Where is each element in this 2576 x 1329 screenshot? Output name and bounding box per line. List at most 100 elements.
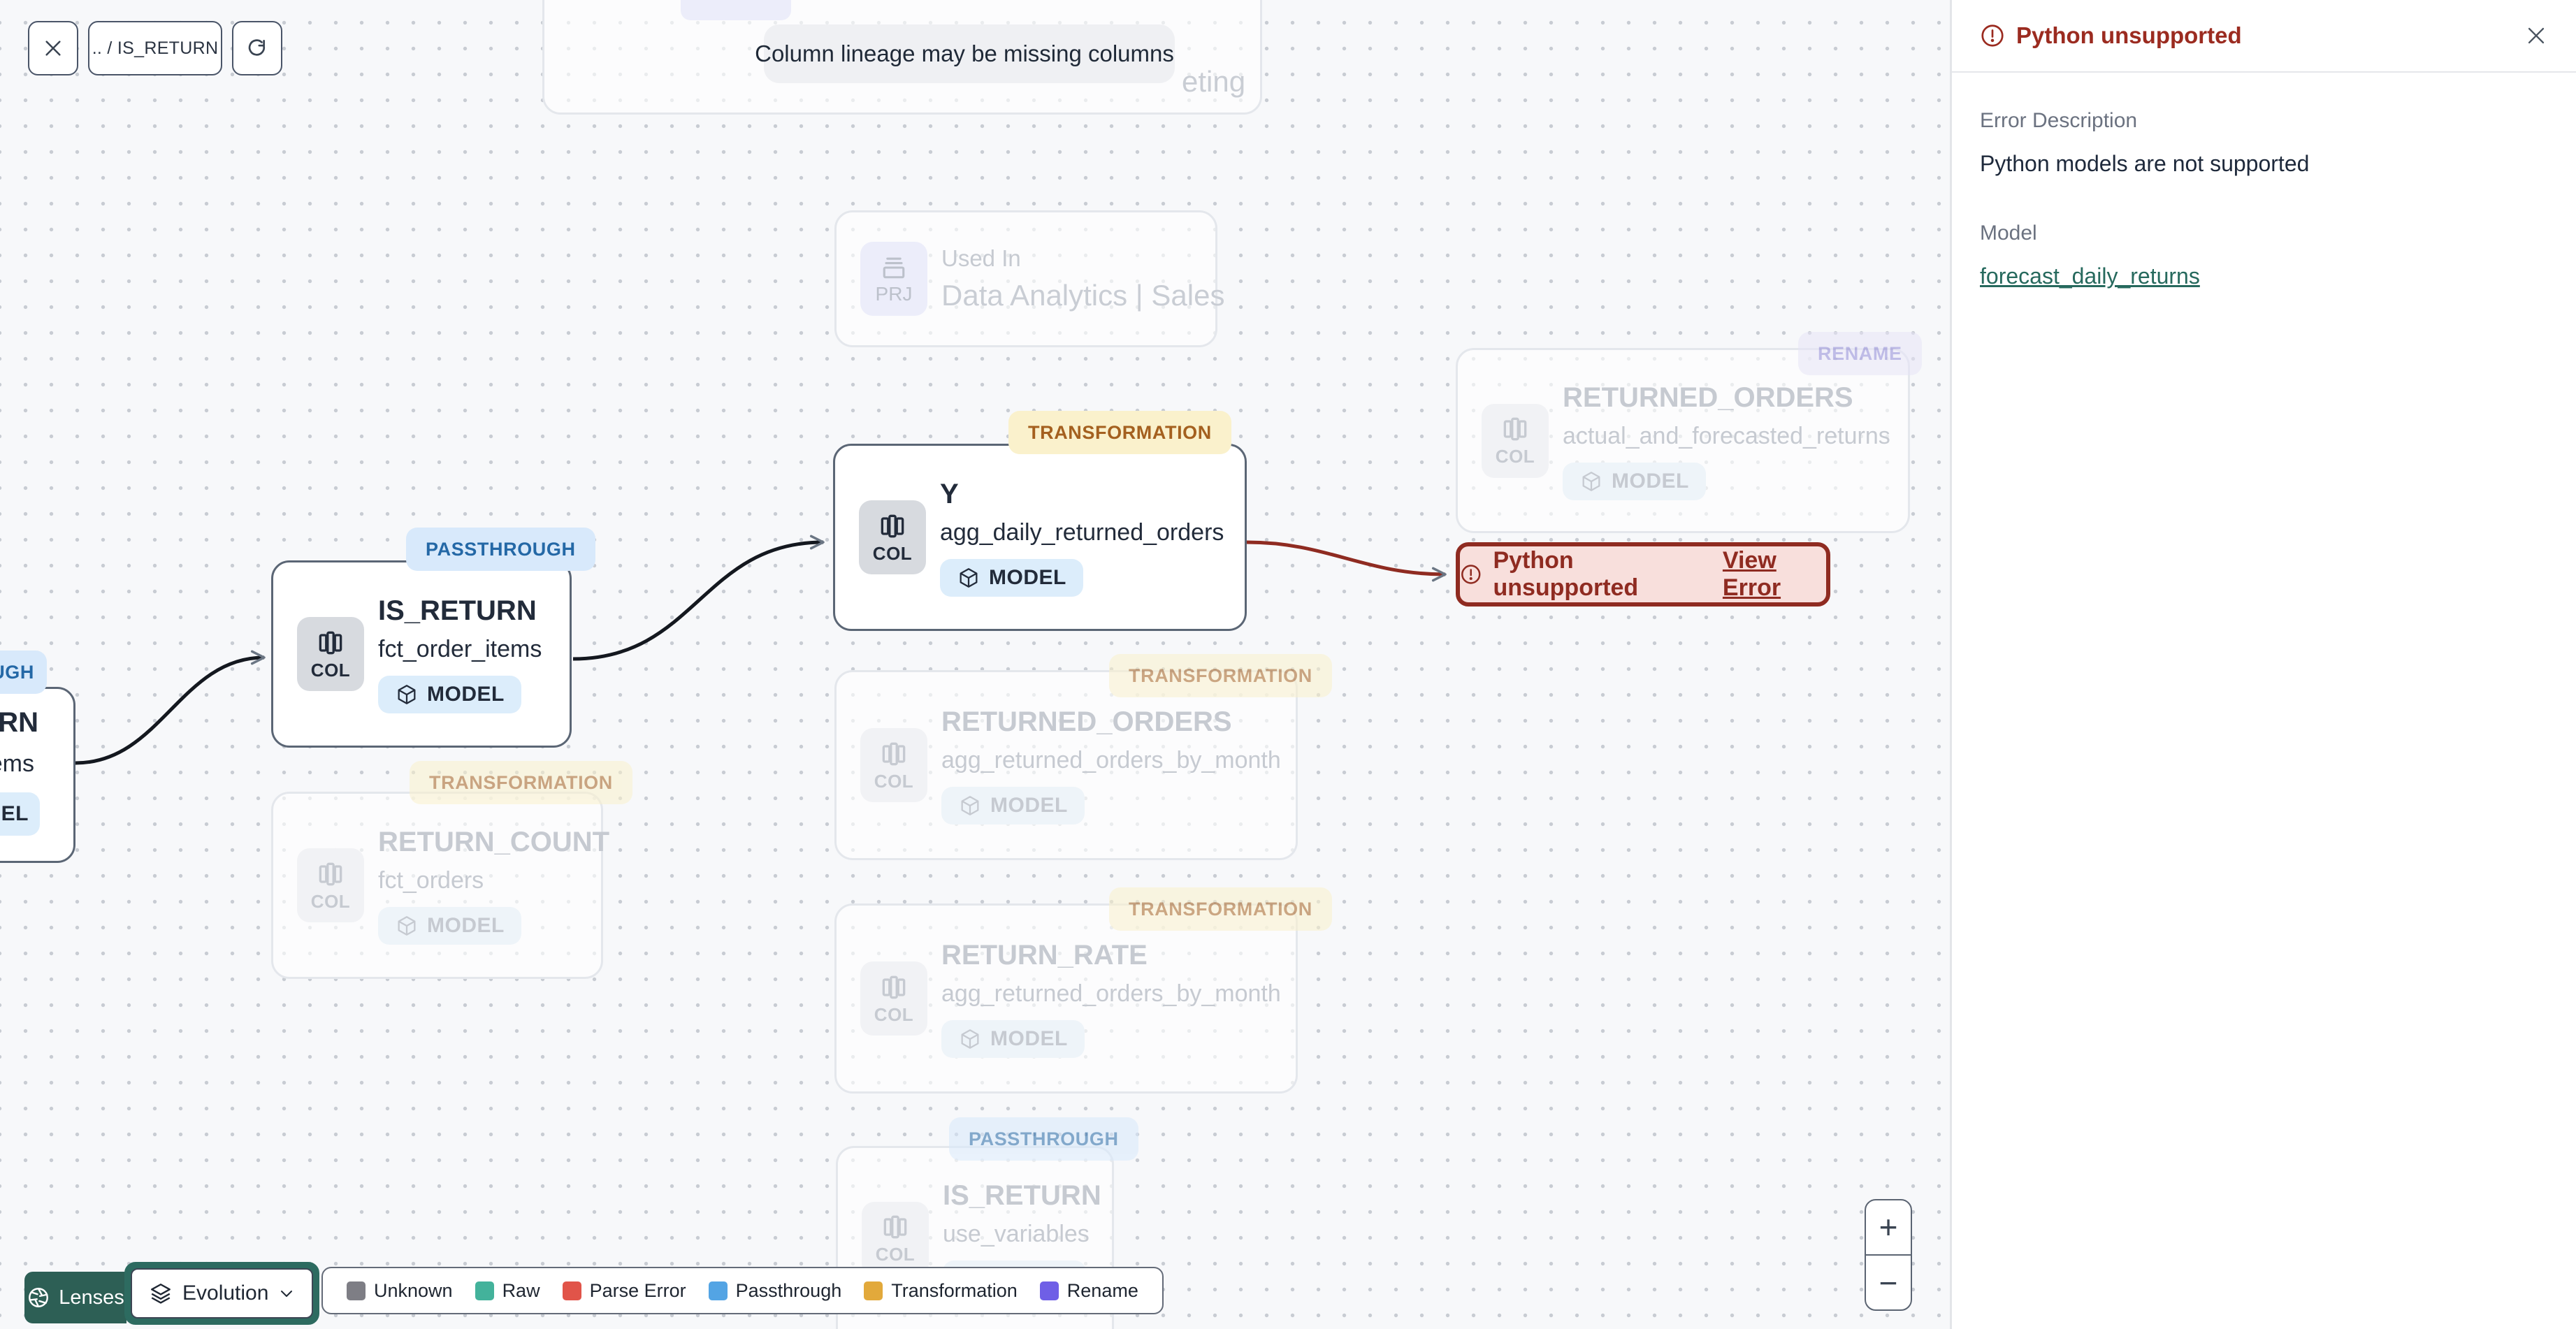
model-chip-label: MODEL — [989, 566, 1066, 589]
breadcrumb-label: .. / IS_RETURN — [92, 38, 219, 58]
lineage-canvas[interactable]: eting PRJ Used In Data Analytics | Sales… — [0, 0, 1950, 1329]
column-chip: COL — [297, 848, 364, 922]
node-subtitle: use_variables — [943, 1220, 1090, 1247]
column-chip-label: COL — [872, 542, 913, 564]
node-title: RETURN_RATE — [941, 940, 1148, 971]
legend-label: Raw — [502, 1279, 540, 1301]
model-chip: MODEL — [378, 676, 521, 713]
legend-swatch-passthrough — [708, 1281, 728, 1300]
node-subtitle: agg_daily_returned_orders — [940, 519, 1224, 546]
column-chip-label: COL — [874, 770, 914, 792]
edge-fct-order-items-to-agg-daily — [572, 535, 825, 661]
lenses-label: Lenses — [59, 1286, 124, 1309]
passthrough-badge: PASSTHROUGH — [406, 528, 595, 571]
refresh-button[interactable] — [232, 21, 282, 75]
error-detail-panel: Python unsupported Error Description Pyt… — [1950, 0, 2576, 1329]
column-chip: COL — [862, 1201, 929, 1276]
columns-icon — [882, 975, 906, 998]
project-stack-icon — [883, 257, 905, 279]
cube-icon — [1582, 471, 1600, 491]
node-subtitle-fragment: ems — [0, 750, 34, 777]
column-chip: COL — [297, 617, 364, 691]
view-error-link[interactable]: View Error — [1723, 547, 1826, 602]
node-used-in-sales[interactable]: PRJ Used In Data Analytics | Sales — [834, 210, 1224, 347]
node-subtitle: agg_returned_orders_by_month — [941, 980, 1281, 1007]
legend-label: Transformation — [891, 1279, 1018, 1301]
panel-title: Python unsupported — [2016, 22, 2242, 48]
node-y-agg-daily-returned-orders[interactable]: TRANSFORMATION COL Y agg_daily_returned_… — [833, 411, 1247, 631]
legend-swatch-raw — [475, 1281, 494, 1300]
passthrough-badge: PASSTHROUGH — [949, 1117, 1138, 1161]
zoom-controls: + − — [1865, 1199, 1912, 1311]
zoom-in-button[interactable]: + — [1866, 1200, 1911, 1254]
column-chip: COL — [860, 961, 927, 1036]
model-chip: MODEL — [941, 787, 1085, 825]
legend-swatch-transformation — [864, 1281, 883, 1300]
column-chip-label: COL — [310, 890, 351, 912]
lens-selector-ring[interactable]: Evolution — [124, 1262, 320, 1325]
node-returned-orders-renamed[interactable]: RENAME COL RETURNED_ORDERS actual_and_fo… — [1456, 332, 1922, 533]
edge-left-to-fct-order-items — [75, 650, 266, 765]
prj-chip-partial — [681, 0, 791, 20]
node-subtitle: actual_and_forecasted_returns — [1563, 422, 1890, 449]
node-title: RETURN_COUNT — [378, 827, 610, 857]
lens-legend: Unknown Raw Parse Error Passthrough Tran… — [321, 1267, 1164, 1314]
breadcrumb[interactable]: .. / IS_RETURN — [88, 21, 222, 75]
column-chip-label: COL — [874, 1003, 914, 1025]
node-subtitle: agg_returned_orders_by_month — [941, 747, 1281, 774]
model-chip-label: MODEL — [1612, 469, 1689, 493]
legend-swatch-rename — [1039, 1281, 1059, 1300]
error-panel-body: Error Description Python models are not … — [1952, 73, 2576, 326]
model-chip: MODEL — [378, 907, 521, 945]
node-returned-orders-agg-by-month[interactable]: TRANSFORMATION COL RETURNED_ORDERS agg_r… — [834, 654, 1332, 860]
cube-icon — [960, 568, 978, 588]
banner-text: Column lineage may be missing columns — [755, 41, 1174, 66]
cube-icon — [961, 1029, 979, 1049]
error-description-label: Error Description — [1980, 109, 2138, 132]
node-return-count-fct-orders[interactable]: TRANSFORMATION COL RETURN_COUNT fct_orde… — [271, 761, 632, 979]
node-title-fragment: URN — [0, 707, 38, 738]
panel-close-button[interactable] — [2524, 24, 2548, 48]
error-node-label: Python unsupported — [1493, 547, 1639, 601]
legend-label: Passthrough — [735, 1279, 842, 1301]
column-chip-label: COL — [1495, 446, 1535, 467]
cube-icon — [398, 916, 416, 936]
error-circle-icon — [1981, 24, 2004, 47]
chevron-down-icon — [281, 1291, 293, 1297]
model-chip-fragment: DEL — [0, 792, 40, 836]
lineage-warning-banner: Column lineage may be missing columns — [755, 24, 1175, 83]
legend-item-passthrough: Passthrough — [708, 1279, 842, 1302]
zoom-out-button[interactable]: − — [1866, 1256, 1911, 1309]
column-chip-label: COL — [875, 1244, 916, 1265]
transformation-badge: TRANSFORMATION — [1109, 654, 1332, 697]
error-panel-header: Python unsupported — [1952, 0, 2576, 73]
legend-item-raw: Raw — [475, 1280, 540, 1302]
app-root: eting PRJ Used In Data Analytics | Sales… — [0, 0, 2576, 1329]
prj-chip-label: PRJ — [875, 283, 913, 305]
columns-icon — [883, 1215, 907, 1239]
node-title: IS_RETURN — [943, 1179, 1101, 1211]
model-chip: MODEL — [1563, 462, 1706, 500]
lenses-button[interactable]: Lenses — [24, 1272, 126, 1323]
close-lineage-button[interactable] — [28, 21, 78, 75]
columns-icon — [319, 862, 342, 885]
transformation-badge: TRANSFORMATION — [1109, 887, 1332, 931]
column-chip: COL — [860, 728, 927, 802]
node-title: RETURNED_ORDERS — [1563, 382, 1853, 413]
prj-chip: PRJ — [860, 242, 927, 316]
node-is-return-left-partial[interactable]: OUGH URN ems DEL — [0, 651, 75, 863]
error-node-python-unsupported[interactable]: Python unsupported View Error — [1456, 542, 1830, 607]
lens-selector[interactable]: Evolution — [131, 1268, 314, 1319]
legend-item-rename: Rename — [1039, 1280, 1138, 1302]
transformation-badge: TRANSFORMATION — [410, 761, 632, 804]
model-label: Model — [1980, 222, 2037, 245]
model-link[interactable]: forecast_daily_returns — [1980, 263, 2200, 289]
node-return-rate-agg-by-month[interactable]: TRANSFORMATION COL RETURN_RATE agg_retur… — [834, 887, 1332, 1094]
close-icon — [45, 41, 61, 56]
column-chip: COL — [1482, 403, 1549, 478]
column-chip: COL — [859, 500, 926, 574]
error-description-value: Python models are not supported — [1980, 151, 2310, 176]
node-title: Y — [940, 479, 959, 509]
transformation-badge: TRANSFORMATION — [1008, 411, 1231, 454]
node-is-return-fct-order-items[interactable]: PASSTHROUGH COL IS_RETURN fct_order_item… — [271, 528, 595, 748]
